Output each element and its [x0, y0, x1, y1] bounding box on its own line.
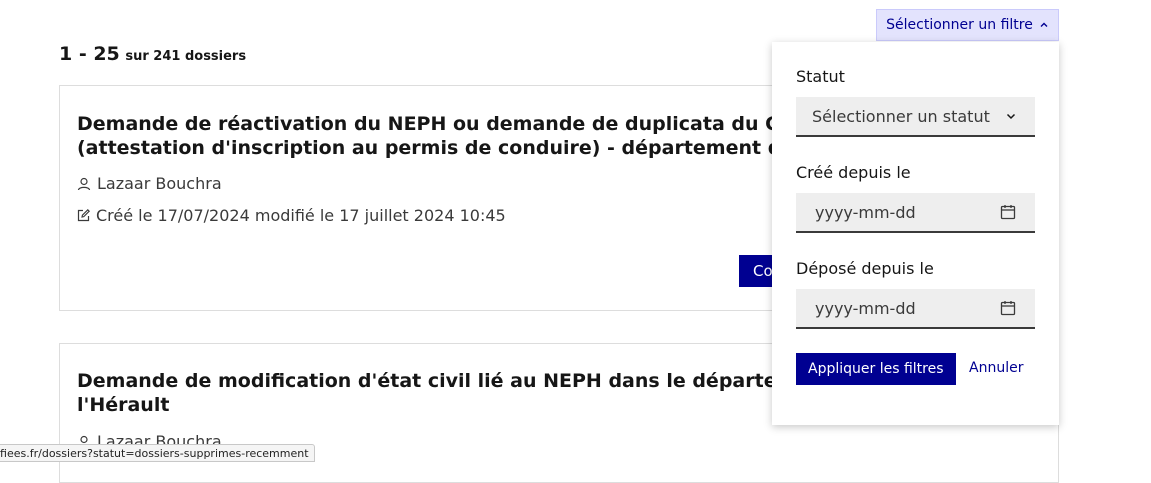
filter-toggle-button[interactable]: Sélectionner un filtre [876, 9, 1059, 41]
status-select-value: Sélectionner un statut [812, 106, 990, 126]
deposited-since-label: Déposé depuis le [796, 259, 934, 278]
results-total: sur 241 dossiers [125, 49, 247, 64]
results-range: 1 - 25 [59, 43, 120, 65]
user-icon [77, 177, 91, 190]
results-count: 1 - 25 sur 241 dossiers [59, 43, 246, 65]
dossier-dates: Créé le 17/07/2024 modifié le 17 juillet… [77, 206, 506, 225]
filter-toggle-label: Sélectionner un filtre [886, 17, 1033, 33]
chevron-down-icon [1006, 113, 1016, 120]
chevron-up-icon [1040, 22, 1048, 27]
filter-panel: Statut Sélectionner un statut Créé depui… [772, 42, 1059, 425]
cancel-link[interactable]: Annuler [969, 360, 1023, 376]
apply-filters-button[interactable]: Appliquer les filtres [796, 353, 956, 385]
dossier-user: Lazaar Bouchra [77, 174, 222, 193]
created-since-input[interactable]: yyyy-mm-dd [796, 193, 1035, 233]
status-select[interactable]: Sélectionner un statut [796, 97, 1035, 137]
url-status-bar: ifiees.fr/dossiers?statut=dossiers-suppr… [0, 444, 315, 462]
deposited-since-placeholder: yyyy-mm-dd [815, 298, 916, 318]
dossier-dates-text: Créé le 17/07/2024 modifié le 17 juillet… [96, 206, 506, 225]
dossier-user-name: Lazaar Bouchra [97, 174, 222, 193]
created-since-label: Créé depuis le [796, 163, 911, 182]
edit-icon [77, 209, 90, 222]
deposited-since-input[interactable]: yyyy-mm-dd [796, 289, 1035, 329]
calendar-icon[interactable] [1000, 300, 1016, 316]
calendar-icon[interactable] [1000, 204, 1016, 220]
created-since-placeholder: yyyy-mm-dd [815, 202, 916, 222]
status-label: Statut [796, 67, 845, 86]
